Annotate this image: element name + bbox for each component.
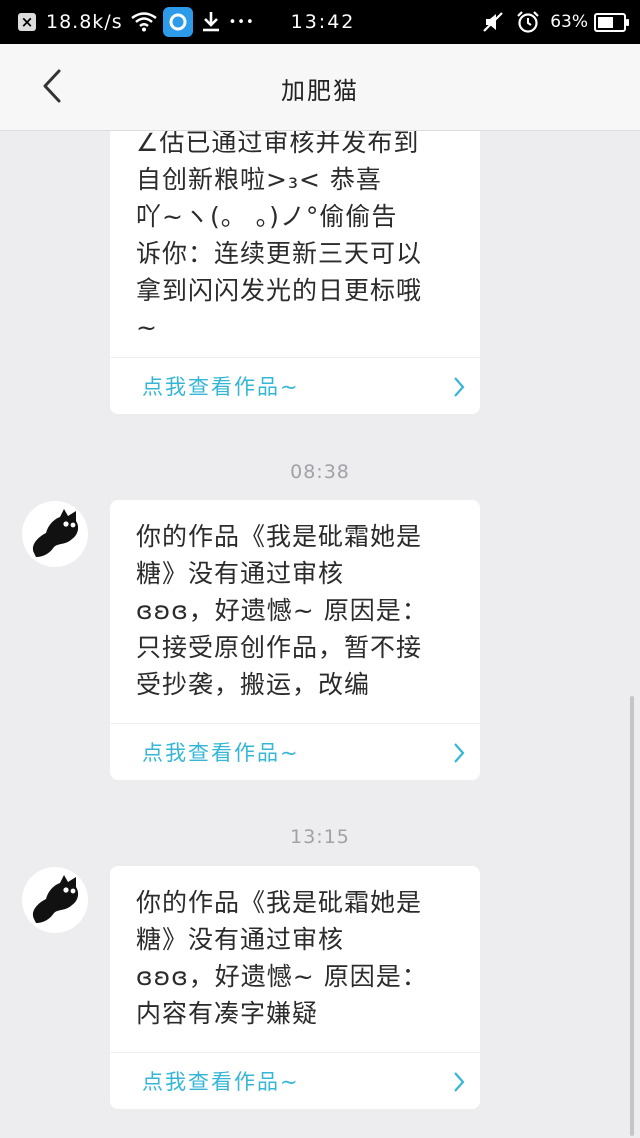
avatar[interactable] — [22, 867, 88, 933]
chevron-right-icon — [454, 1072, 465, 1092]
alarm-icon — [516, 10, 540, 34]
status-time: 13:42 — [290, 11, 356, 33]
avatar[interactable] — [22, 501, 88, 567]
battery-icon — [594, 12, 629, 32]
message-text: 你的作品《我是砒霜她是 糖》没有通过审核 ɞʚɞ，好遗憾~ 原因是： 内容有凑字… — [136, 888, 428, 1028]
wifi-icon — [130, 12, 157, 32]
message-card: 你的作品《我是砒霜她是 糖》没有通过审核 ɞʚɞ，好遗憾~ 原因是： 只接受原创… — [110, 500, 480, 780]
scrollbar[interactable] — [630, 696, 634, 1136]
mute-icon — [482, 11, 504, 33]
view-work-link[interactable]: 点我查看作品~ — [110, 723, 480, 780]
message-text: 你的作品《我是砒霜她是 糖》没有通过审核 ɞʚɞ，好遗憾~ 原因是： 只接受原创… — [136, 522, 428, 699]
message-timestamp: 13:15 — [290, 826, 350, 848]
view-work-label: 点我查看作品~ — [142, 375, 300, 399]
app-notification-icon — [162, 7, 193, 37]
message-text: ∠估已通过审核并发布到 自创新粮啦>₃< 恭喜 吖~ヽ(。 。)ノ°偷偷告 诉你… — [136, 131, 423, 342]
black-cat-avatar-icon — [32, 875, 79, 923]
view-work-link[interactable]: 点我查看作品~ — [110, 1052, 480, 1109]
page-title: 加肥猫 — [281, 77, 359, 105]
black-cat-avatar-icon — [32, 509, 79, 557]
message-card: ∠估已通过审核并发布到 自创新粮啦>₃< 恭喜 吖~ヽ(。 。)ノ°偷偷告 诉你… — [110, 131, 480, 414]
message-card: 你的作品《我是砒霜她是 糖》没有通过审核 ɞʚɞ，好遗憾~ 原因是： 内容有凑字… — [110, 866, 480, 1109]
chevron-right-icon — [454, 377, 465, 397]
battery-percent: 63% — [550, 12, 588, 32]
message-list[interactable]: ∠估已通过审核并发布到 自创新粮啦>₃< 恭喜 吖~ヽ(。 。)ノ°偷偷告 诉你… — [0, 131, 640, 1138]
view-work-label: 点我查看作品~ — [142, 1070, 300, 1094]
download-icon — [201, 11, 221, 33]
message-timestamp: 08:38 — [290, 461, 350, 483]
network-speed: 18.8k/s — [46, 11, 123, 33]
chevron-right-icon — [454, 743, 465, 763]
more-notifications-icon: ••• — [228, 14, 255, 30]
notification-close-icon: × — [18, 13, 36, 31]
view-work-link[interactable]: 点我查看作品~ — [110, 357, 480, 414]
status-bar: × 18.8k/s ••• 13:42 63% — [0, 0, 640, 44]
view-work-label: 点我查看作品~ — [142, 741, 300, 765]
app-header: 加肥猫 — [0, 44, 640, 131]
